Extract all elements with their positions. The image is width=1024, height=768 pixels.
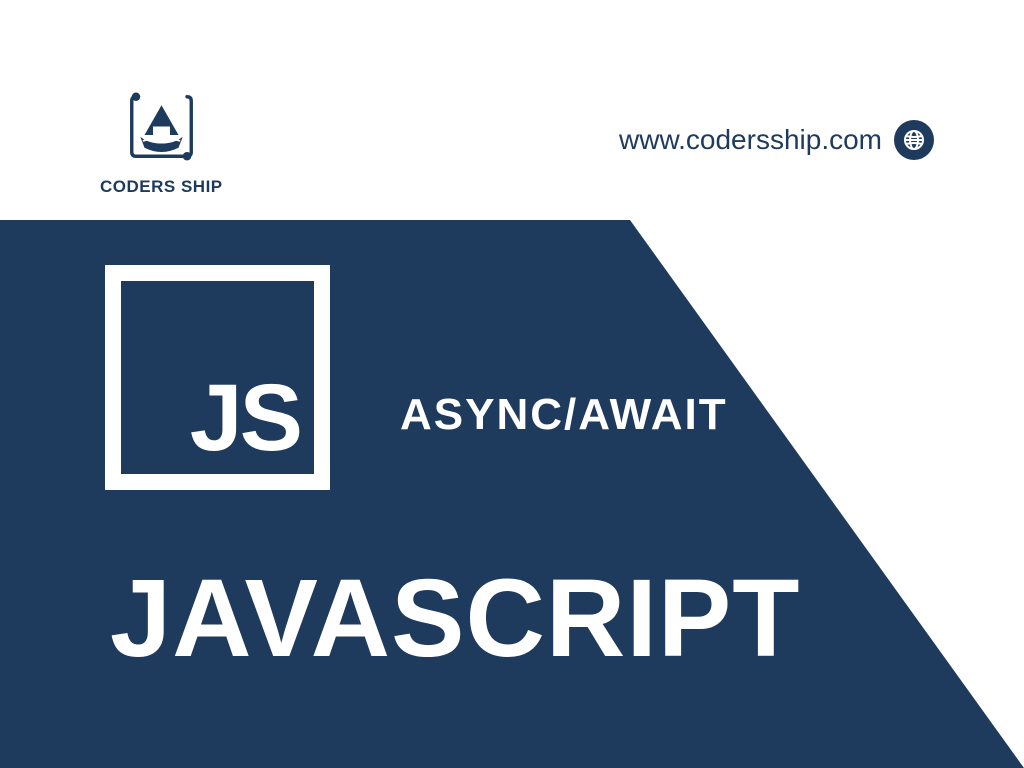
js-badge-text: JS: [190, 371, 300, 466]
language-heading: JAVASCRIPT: [110, 555, 800, 682]
brand-name: CODERS SHIP: [100, 177, 223, 197]
header: CODERS SHIP www.codersship.com: [0, 0, 1024, 220]
globe-icon: [894, 120, 934, 160]
hero-content: JS ASYNC/AWAIT: [105, 265, 330, 490]
website-url: www.codersship.com: [619, 124, 882, 156]
topic-heading: ASYNC/AWAIT: [400, 390, 728, 440]
ship-logo-icon: [119, 84, 204, 169]
brand-logo: CODERS SHIP: [100, 84, 223, 197]
js-badge: JS: [105, 265, 330, 490]
website-url-section: www.codersship.com: [619, 120, 934, 160]
hero-panel: JS ASYNC/AWAIT: [0, 220, 1024, 768]
